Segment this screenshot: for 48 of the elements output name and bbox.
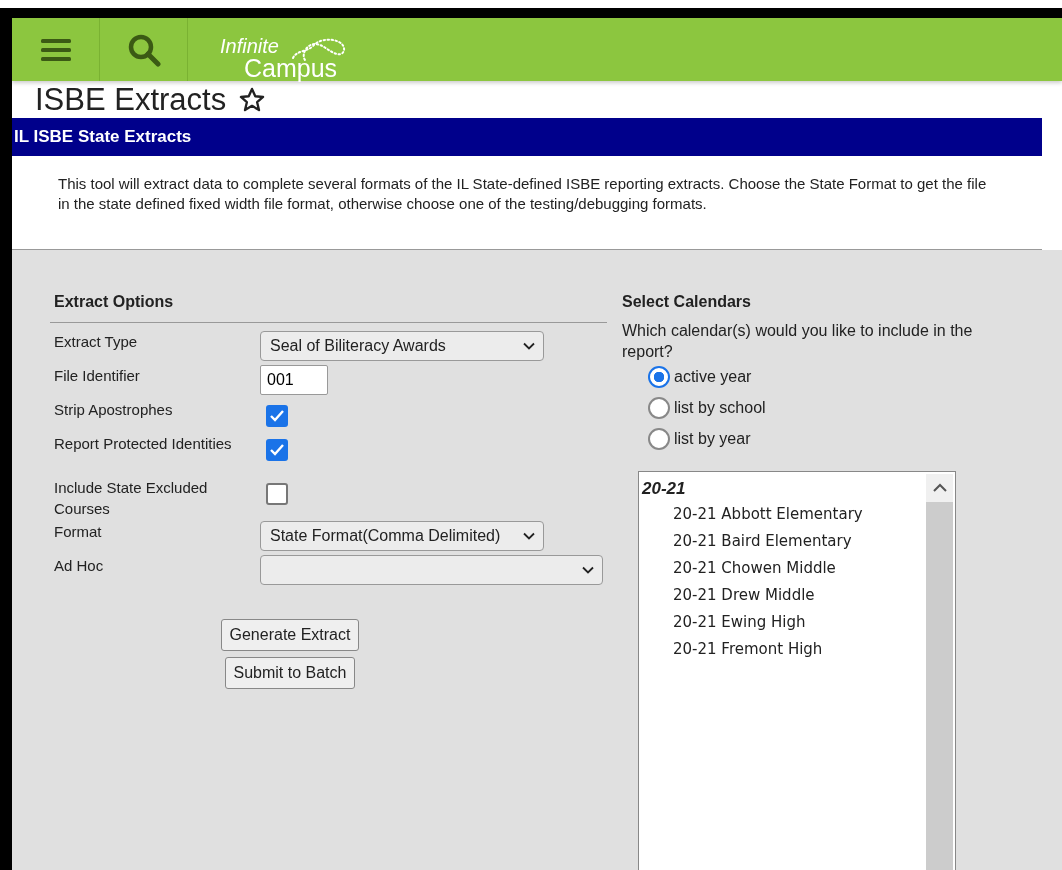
scroll-up-icon[interactable] bbox=[932, 483, 947, 493]
search-icon bbox=[126, 32, 161, 67]
logo-text: Infinite bbox=[220, 36, 280, 56]
panel-title: IL ISBE State Extracts bbox=[12, 118, 1042, 156]
checkmark-icon bbox=[269, 408, 285, 423]
radio-option[interactable]: list by year bbox=[648, 423, 1022, 455]
section-heading: Extract Options bbox=[50, 289, 607, 323]
menu-icon bbox=[40, 37, 71, 62]
action-button[interactable]: Generate Extract bbox=[220, 618, 360, 651]
radio-option[interactable]: list by school bbox=[648, 392, 1022, 424]
field-label: File Identifier bbox=[53, 365, 141, 386]
list-item[interactable]: 20-21 Abbott Elementary bbox=[673, 505, 863, 524]
field-label: Format bbox=[53, 521, 103, 542]
radio-button[interactable] bbox=[648, 366, 670, 389]
list-item[interactable]: 20-21 Drew Middle bbox=[673, 586, 815, 605]
caret-icon bbox=[523, 531, 535, 540]
checkmark-icon bbox=[269, 442, 285, 457]
action-button[interactable]: Submit to Batch bbox=[224, 656, 356, 689]
radio-option[interactable]: active year bbox=[648, 361, 1022, 393]
dropdown[interactable]: State Format(Comma Delimited) bbox=[260, 520, 544, 551]
scrollbar[interactable] bbox=[926, 473, 953, 870]
page-title: ISBE Extracts bbox=[35, 81, 227, 119]
question-text: Which calendar(s) would you like to include in the report? bbox=[622, 320, 974, 362]
radio-button[interactable] bbox=[648, 397, 670, 420]
field-label: Include State Excluded Courses bbox=[53, 477, 209, 519]
field-label: Report Protected Identities bbox=[53, 433, 233, 454]
list-item[interactable]: 20-21 Fremont High bbox=[673, 640, 823, 659]
list-item[interactable]: 20-21 Chowen Middle bbox=[673, 559, 836, 578]
section-heading: Select Calendars bbox=[622, 291, 752, 312]
field-label: Extract Type bbox=[53, 331, 139, 352]
radio-button[interactable] bbox=[648, 428, 670, 451]
dropdown[interactable]: Seal of Biliteracy Awards bbox=[260, 330, 544, 361]
calendar-list[interactable]: 20-21 20-21 Abbott Elementary 20-21 Baird Elementary 20-21 Chowen Middle 20-21 Drew Middle 20-21 Ewing High 20-21 Fremont High bbox=[638, 470, 956, 870]
checkbox[interactable] bbox=[266, 482, 288, 505]
field-label: Ad Hoc bbox=[53, 555, 105, 576]
field-label: Strip Apostrophes bbox=[53, 399, 174, 420]
caret-icon bbox=[523, 341, 535, 350]
dropdown[interactable] bbox=[260, 554, 603, 585]
description: This tool will extract data to complete several formats of the IL State-defined ISBE reporting extracts. Choose the State Format to get the file in the state defined fixed width file format, otherwise choose one of the testing/debugging formats. bbox=[58, 173, 988, 214]
caret-icon bbox=[582, 565, 594, 574]
list-item[interactable]: 20-21 Ewing High bbox=[673, 613, 806, 632]
input-field[interactable]: 001 bbox=[260, 364, 328, 395]
list-item[interactable]: 20-21 Baird Elementary bbox=[673, 532, 852, 551]
favorite-star-icon[interactable] bbox=[238, 85, 267, 114]
group-label: 20-21 bbox=[642, 477, 687, 500]
checkbox[interactable] bbox=[266, 404, 288, 427]
checkbox[interactable] bbox=[266, 438, 288, 461]
logo-text: Campus bbox=[244, 56, 338, 81]
